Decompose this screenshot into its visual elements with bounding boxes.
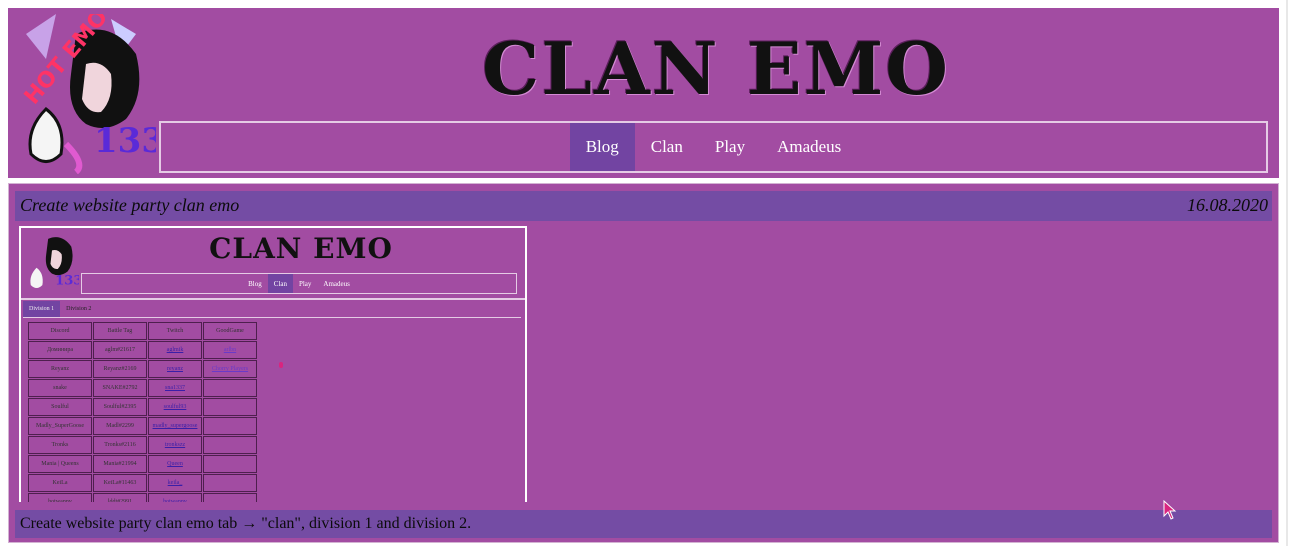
screenshot-nav: Blog Clan Play Amadeus xyxy=(81,273,517,294)
post-screenshot[interactable]: 1337 CLAN EMO Blog Clan Play Amadeus Div… xyxy=(19,226,527,502)
table-cell: Reyanz#2169 xyxy=(93,360,147,378)
table-row: hotwanny lddt#2991 hotwanny xyxy=(28,493,257,502)
table-cell[interactable]: tronkszz xyxy=(148,436,202,454)
table-cell: lddt#2991 xyxy=(93,493,147,502)
table-cell xyxy=(203,436,257,454)
table-cell: snake xyxy=(28,379,92,397)
table-row: Доминира aglm#21617 aglmik arlbn xyxy=(28,341,257,359)
table-cell: Tronks#2116 xyxy=(93,436,147,454)
table-cell[interactable]: Chorry Players xyxy=(203,360,257,378)
table-cell xyxy=(203,398,257,416)
table-cell: Madl#2299 xyxy=(93,417,147,435)
nav-blog[interactable]: Blog xyxy=(569,123,635,171)
table-cell[interactable]: reyanz xyxy=(148,360,202,378)
table-cell xyxy=(203,379,257,397)
hot-emo-logo: HOT EMO 1337 xyxy=(20,14,156,174)
nav-play[interactable]: Play xyxy=(699,123,761,171)
table-cell: Soulful xyxy=(28,398,92,416)
table-cell: Tronks xyxy=(28,436,92,454)
table-cell[interactable]: sna1337 xyxy=(148,379,202,397)
screenshot-cursor-icon xyxy=(279,362,283,368)
page-right-edge xyxy=(1286,0,1288,546)
column-header: Discord xyxy=(28,322,92,340)
site-header: HOT EMO 1337 CLAN EMO Blog Clan Play Ama… xyxy=(8,8,1279,178)
table-cell xyxy=(203,455,257,473)
screenshot-tab-division-2: Division 2 xyxy=(66,306,92,312)
table-row: Madly_SuperGoose Madl#2299 madly_supergoos… xyxy=(28,417,257,435)
post-date: 16.08.2020 xyxy=(1187,195,1268,215)
table-cell: aglm#21617 xyxy=(93,341,147,359)
table-cell: Soulful#2395 xyxy=(93,398,147,416)
table-cell[interactable]: arlbn xyxy=(203,341,257,359)
mouse-cursor-icon xyxy=(1163,500,1177,520)
table-cell[interactable]: hotwanny xyxy=(148,493,202,502)
table-cell: hotwanny xyxy=(28,493,92,502)
table-cell xyxy=(203,493,257,502)
main-nav: Blog Clan Play Amadeus xyxy=(159,121,1268,173)
table-row: snake SNAKE#2792 sna1337 xyxy=(28,379,257,397)
table-cell: Madly_SuperGoose xyxy=(28,417,92,435)
table-row: KeiLa KeiLa#11463 keila_ xyxy=(28,474,257,492)
table-row: Reyanz Reyanz#2169 reyanz Chorry Players xyxy=(28,360,257,378)
screenshot-title: CLAN EMO xyxy=(209,232,393,265)
table-cell: Mania#21994 xyxy=(93,455,147,473)
table-cell: KeiLa xyxy=(28,474,92,492)
table-cell[interactable]: soulful93 xyxy=(148,398,202,416)
table-cell xyxy=(203,417,257,435)
table-cell: SNAKE#2792 xyxy=(93,379,147,397)
column-header: Twitch xyxy=(148,322,202,340)
screenshot-header: 1337 CLAN EMO Blog Clan Play Amadeus xyxy=(21,228,525,300)
column-header: GoodGame xyxy=(203,322,257,340)
table-cell[interactable]: madly_supergoose xyxy=(148,417,202,435)
nav-clan[interactable]: Clan xyxy=(635,123,699,171)
screenshot-roster-table: Discord Battle Tag Twitch GoodGame Домин… xyxy=(27,321,258,502)
table-cell[interactable]: aglmik xyxy=(148,341,202,359)
screenshot-tab-division-1: Division 1 xyxy=(23,301,61,317)
table-cell: Mania | Queens xyxy=(28,455,92,473)
table-row: Soulful Soulful#2395 soulful93 xyxy=(28,398,257,416)
svg-text:1337: 1337 xyxy=(94,121,156,161)
table-cell[interactable]: Queen xyxy=(148,455,202,473)
table-cell xyxy=(203,474,257,492)
column-header: Battle Tag xyxy=(93,322,147,340)
blog-post: Create website party clan emo 16.08.2020… xyxy=(8,183,1279,543)
table-row: Tronks Tronks#2116 tronkszz xyxy=(28,436,257,454)
post-title[interactable]: Create website party clan emo xyxy=(20,195,239,216)
table-cell: KeiLa#11463 xyxy=(93,474,147,492)
table-cell: Reyanz xyxy=(28,360,92,378)
post-header: Create website party clan emo 16.08.2020 xyxy=(15,191,1272,221)
screenshot-nav-play: Play xyxy=(298,279,312,288)
table-cell: Доминира xyxy=(28,341,92,359)
screenshot-nav-blog: Blog xyxy=(248,279,262,288)
table-header-row: Discord Battle Tag Twitch GoodGame xyxy=(28,322,257,340)
screenshot-nav-clan: Clan xyxy=(267,274,293,293)
site-title: CLAN EMO xyxy=(482,26,950,111)
screenshot-nav-amadeus: Amadeus xyxy=(323,279,350,288)
svg-text:1337: 1337 xyxy=(55,273,79,288)
nav-amadeus[interactable]: Amadeus xyxy=(761,123,857,171)
post-caption-bar: Create website party clan emo tab → "cla… xyxy=(15,510,1272,538)
table-row: Mania | Queens Mania#21994 Queen xyxy=(28,455,257,473)
screenshot-tabs: Division 1 Division 2 xyxy=(23,301,521,318)
post-caption: Create website party clan emo tab → "cla… xyxy=(20,515,472,532)
screenshot-logo: 1337 xyxy=(30,237,79,288)
table-cell[interactable]: keila_ xyxy=(148,474,202,492)
